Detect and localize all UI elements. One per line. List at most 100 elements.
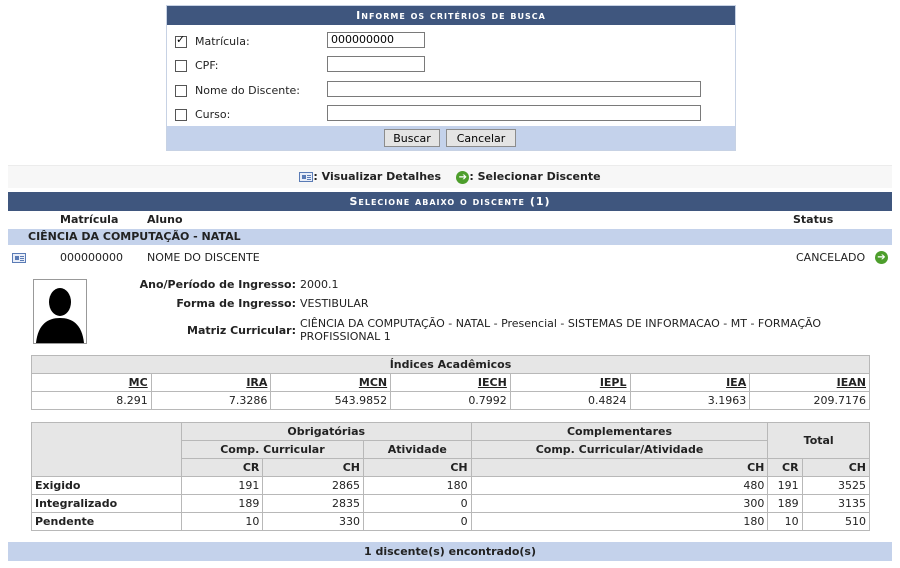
row-label: Pendente [31, 512, 182, 531]
indices-table: Índices Acadêmicos MC IRA MCN IECH IEPL … [31, 355, 870, 410]
indice-value: 543.9852 [270, 391, 392, 410]
avatar-silhouette-icon [34, 280, 86, 343]
row-label: Integralizado [31, 494, 182, 513]
matriz-label: Matriz Curricular: [187, 324, 296, 337]
cpf-input[interactable] [327, 56, 425, 72]
indice-header: IEPL [509, 373, 631, 392]
ch-header: CH [362, 458, 472, 477]
cell-total-cr: 10 [767, 512, 803, 531]
course-group-header: CIÊNCIA DA COMPUTAÇÃO - NATAL [8, 229, 892, 245]
search-form-footer: Buscar Cancelar [167, 126, 735, 150]
indice-header: MC [31, 373, 152, 392]
indice-header: IECH [390, 373, 511, 392]
total-header: Total [767, 422, 870, 459]
student-status: CANCELADO [796, 251, 866, 264]
forma-value: VESTIBULAR [300, 297, 369, 310]
ch-header: CH [470, 458, 769, 477]
table-row: Exigido 191 2865 180 480 191 3525 [31, 476, 871, 495]
indice-header: IEAN [749, 373, 870, 392]
search-button[interactable]: Buscar [384, 129, 440, 147]
indice-value: 0.4824 [509, 391, 631, 410]
student-name: NOME DO DISCENTE [147, 251, 260, 264]
search-form-title: Informe os critérios de busca [167, 6, 735, 25]
nome-input[interactable] [327, 81, 701, 97]
listing-title: Selecione abaixo o discente (1) [8, 192, 892, 211]
workload-table: Obrigatórias Complementares Total Comp. … [31, 422, 871, 531]
curso-checkbox[interactable] [175, 109, 187, 121]
ch-header: CH [801, 458, 871, 477]
select-arrow-icon: ➔ [456, 170, 470, 184]
select-legend-label: : Selecionar Discente [469, 170, 601, 183]
table-row: Pendente 10 330 0 180 10 510 [31, 512, 871, 531]
complementares-header: Complementares [470, 422, 769, 441]
indice-value: 0.7992 [390, 391, 511, 410]
ano-value: 2000.1 [300, 278, 339, 291]
cell-complementar: 480 [470, 476, 769, 495]
student-photo [33, 279, 87, 344]
matricula-row: Matrícula: [167, 32, 735, 52]
cell-total-cr: 189 [767, 494, 803, 513]
indices-title: Índices Acadêmicos [31, 355, 870, 374]
cell-atividade: 0 [362, 512, 472, 531]
ch-header: CH [262, 458, 364, 477]
indice-header: IRA [150, 373, 272, 392]
matriz-value-line1: CIÊNCIA DA COMPUTAÇÃO - NATAL - Presenci… [300, 317, 822, 330]
forma-label: Forma de Ingresso: [176, 297, 296, 310]
student-listing: Selecione abaixo o discente (1) Matrícul… [8, 192, 892, 562]
matricula-input[interactable] [327, 32, 425, 48]
matricula-checkbox[interactable] [175, 33, 187, 48]
cell-complementar: 180 [470, 512, 769, 531]
cell-atividade: 180 [362, 476, 472, 495]
indice-value: 209.7176 [749, 391, 870, 410]
row-label: Exigido [31, 476, 182, 495]
cell-total-cr: 191 [767, 476, 803, 495]
comp-curricular-header: Comp. Curricular [180, 440, 364, 459]
nome-row: Nome do Discente: [167, 81, 735, 101]
obrigatorias-header: Obrigatórias [180, 422, 472, 441]
ano-label: Ano/Período de Ingresso: [139, 278, 296, 291]
col-matricula-header: Matrícula [60, 213, 119, 226]
col-status-header: Status [793, 213, 834, 226]
cell-ch: 2835 [262, 494, 364, 513]
cancel-button[interactable]: Cancelar [446, 129, 516, 147]
table-row: Integralizado 189 2835 0 300 189 3135 [31, 494, 871, 513]
nome-checkbox[interactable] [175, 85, 187, 97]
workload-corner [31, 422, 182, 477]
cr-header: CR [180, 458, 264, 477]
indice-value: 7.3286 [150, 391, 272, 410]
matricula-label: Matrícula: [195, 35, 250, 48]
cell-atividade: 0 [362, 494, 472, 513]
cell-cr: 189 [180, 494, 264, 513]
legend-bar: : Visualizar Detalhes ➔: Selecionar Disc… [8, 165, 892, 188]
curso-input[interactable] [327, 105, 701, 121]
comp-curricular-atividade-header: Comp. Curricular/Atividade [470, 440, 769, 459]
nome-label: Nome do Discente: [195, 84, 300, 97]
search-form: Informe os critérios de busca Matrícula:… [166, 5, 736, 151]
cell-total-ch: 3525 [801, 476, 871, 495]
atividade-header: Atividade [362, 440, 472, 459]
curso-row: Curso: [167, 105, 735, 125]
cell-ch: 2865 [262, 476, 364, 495]
cell-cr: 10 [180, 512, 264, 531]
col-aluno-header: Aluno [147, 213, 183, 226]
curso-label: Curso: [195, 108, 231, 121]
cpf-label: CPF: [195, 59, 219, 72]
cell-ch: 330 [262, 512, 364, 531]
results-count-footer: 1 discente(s) encontrado(s) [8, 542, 892, 561]
details-icon [299, 172, 314, 182]
cpf-checkbox[interactable] [175, 60, 187, 72]
details-legend-label: : Visualizar Detalhes [313, 170, 442, 183]
indice-value: 3.1963 [629, 391, 751, 410]
matriz-value-line2: PROFISSIONAL 1 [300, 330, 391, 343]
indice-value: 8.291 [31, 391, 152, 410]
indice-header: IEA [629, 373, 751, 392]
cell-complementar: 300 [470, 494, 769, 513]
cr-header: CR [767, 458, 803, 477]
indice-header: MCN [270, 373, 392, 392]
cell-total-ch: 510 [801, 512, 871, 531]
select-student-icon[interactable]: ➔ [875, 251, 888, 264]
cpf-row: CPF: [167, 56, 735, 76]
view-details-icon[interactable] [12, 253, 26, 263]
cell-cr: 191 [180, 476, 264, 495]
cell-total-ch: 3135 [801, 494, 871, 513]
